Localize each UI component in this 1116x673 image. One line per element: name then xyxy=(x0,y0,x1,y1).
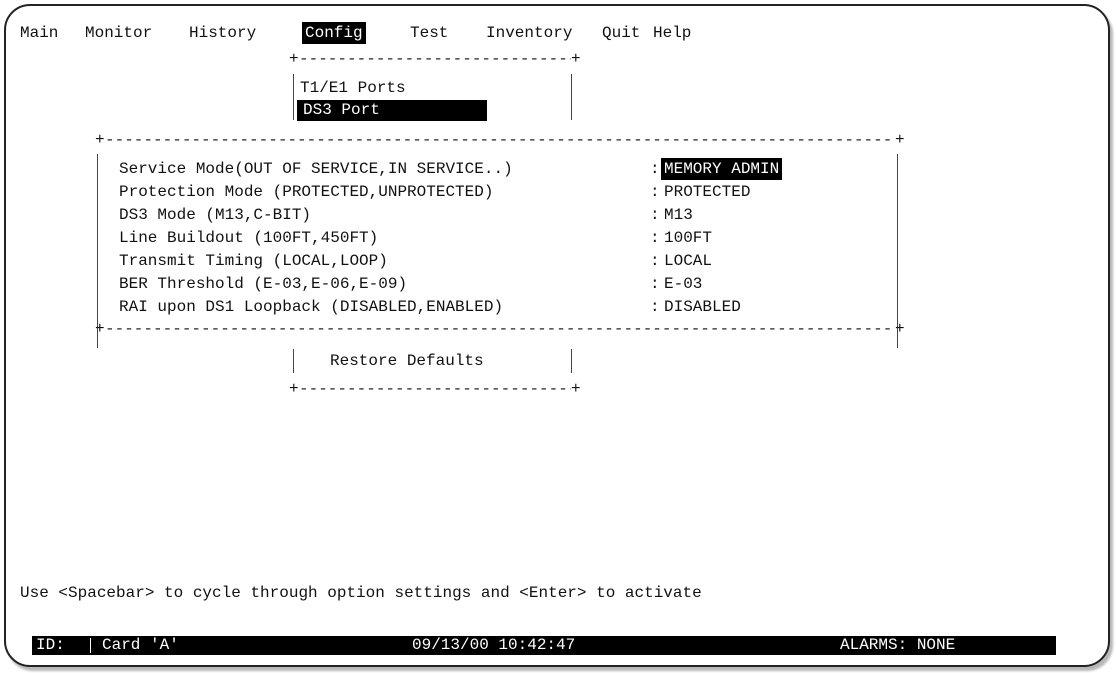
menu-help[interactable]: Help xyxy=(653,24,691,43)
restore-corner-bl: + xyxy=(289,380,299,398)
dropdown-left-border xyxy=(293,74,294,120)
setting-label: BER Threshold (E-03,E-06,E-09) xyxy=(119,275,408,293)
restore-bottom-border: ----------------------------------------… xyxy=(299,380,571,398)
setting-separator: : xyxy=(650,206,660,224)
setting-separator: : xyxy=(650,275,660,293)
setting-label: Protection Mode (PROTECTED,UNPROTECTED) xyxy=(119,183,494,201)
menu-config[interactable]: Config xyxy=(302,22,366,44)
restore-corner-br: + xyxy=(571,380,581,398)
status-alarms: ALARMS: NONE xyxy=(840,636,956,654)
setting-separator: : xyxy=(650,298,660,316)
setting-label: Line Buildout (100FT,450FT) xyxy=(119,229,379,247)
status-bar: ID: Card 'A' 09/13/00 10:42:47 ALARMS: N… xyxy=(32,636,1056,655)
setting-value[interactable]: LOCAL xyxy=(664,252,712,271)
panel-left-border xyxy=(97,154,98,348)
dropdown-corner-tr: + xyxy=(571,50,581,68)
help-text: Use <Spacebar> to cycle through option s… xyxy=(20,584,702,602)
menu-main[interactable]: Main xyxy=(20,24,58,43)
setting-separator: : xyxy=(650,160,660,178)
panel-top-border: ----------------------------------------… xyxy=(105,131,895,149)
setting-separator: : xyxy=(650,252,660,270)
panel-corner-bl: + xyxy=(95,320,105,338)
panel-right-border xyxy=(897,154,898,348)
setting-value-selected[interactable]: MEMORY ADMIN xyxy=(661,158,783,180)
setting-label: DS3 Mode (M13,C-BIT) xyxy=(119,206,312,224)
restore-right-border xyxy=(571,349,572,373)
status-card: Card 'A' xyxy=(102,636,179,654)
dropdown-item-ds3-port[interactable]: DS3 Port xyxy=(297,100,487,121)
setting-label: RAI upon DS1 Loopback (DISABLED,ENABLED) xyxy=(119,298,504,316)
menu-test[interactable]: Test xyxy=(410,24,448,43)
setting-value[interactable]: PROTECTED xyxy=(664,183,750,202)
setting-label: Transmit Timing (LOCAL,LOOP) xyxy=(119,252,388,270)
menu-monitor[interactable]: Monitor xyxy=(85,24,152,43)
panel-corner-tr: + xyxy=(895,131,905,149)
dropdown-corner-tl: + xyxy=(289,50,299,68)
restore-left-border xyxy=(293,349,294,373)
terminal-screen: Main Monitor History Config Test Invento… xyxy=(4,4,1110,667)
status-datetime: 09/13/00 10:42:47 xyxy=(412,636,576,654)
panel-corner-br: + xyxy=(895,320,905,338)
setting-value[interactable]: DISABLED xyxy=(664,298,741,317)
panel-bottom-border: ----------------------------------------… xyxy=(105,320,895,338)
setting-label: Service Mode(OUT OF SERVICE,IN SERVICE..… xyxy=(119,160,513,178)
menu-quit[interactable]: Quit xyxy=(602,24,640,43)
menu-history[interactable]: History xyxy=(189,24,256,43)
dropdown-right-border xyxy=(571,74,572,120)
dropdown-top-border: ----------------------------------------… xyxy=(299,50,571,68)
panel-corner-tl: + xyxy=(95,131,105,149)
setting-separator: : xyxy=(650,183,660,201)
menu-inventory[interactable]: Inventory xyxy=(486,24,572,43)
dropdown-item-t1e1-ports[interactable]: T1/E1 Ports xyxy=(300,79,406,98)
setting-separator: : xyxy=(650,229,660,247)
setting-value[interactable]: M13 xyxy=(664,206,693,225)
setting-value[interactable]: 100FT xyxy=(664,229,712,248)
status-id-label: ID: xyxy=(36,636,65,654)
restore-defaults-button[interactable]: Restore Defaults xyxy=(330,352,484,371)
setting-value[interactable]: E-03 xyxy=(664,275,702,294)
status-divider xyxy=(90,638,91,653)
